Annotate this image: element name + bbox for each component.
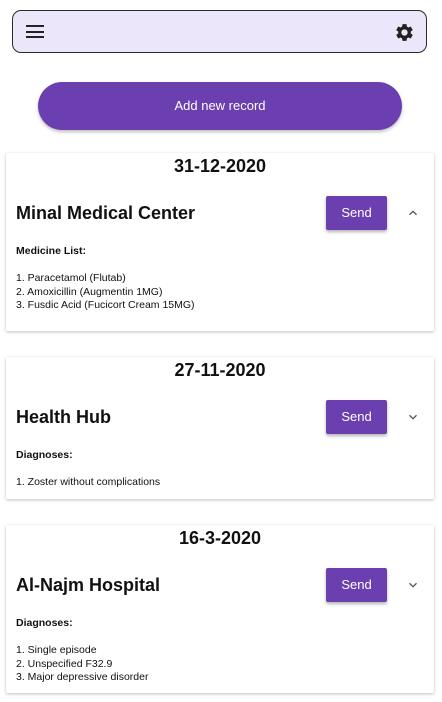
record-card: 16-3-2020 Al-Najm Hospital Send Diagnose… xyxy=(6,525,434,693)
add-new-record-button[interactable]: Add new record xyxy=(38,82,402,130)
chevron-up-icon[interactable] xyxy=(406,206,420,220)
chevron-down-icon[interactable] xyxy=(406,578,420,592)
top-app-bar xyxy=(12,10,427,53)
section-label: Diagnoses: xyxy=(16,617,73,629)
record-facility: Al-Najm Hospital xyxy=(16,575,161,595)
item-list: 1. Zoster without complications xyxy=(16,476,160,490)
list-item: 2. Amoxicillin (Augmentin 1MG) xyxy=(16,285,163,298)
record-facility: Health Hub xyxy=(16,407,112,427)
gear-icon[interactable] xyxy=(394,22,415,43)
list-item: 1. Single episode xyxy=(16,644,97,656)
list-item: 1. Paracetamol (Flutab) xyxy=(16,272,126,284)
send-button[interactable]: Send xyxy=(326,196,387,230)
hamburger-menu-icon[interactable] xyxy=(26,24,45,39)
list-item: 3. Fusdic Acid (Fucicort Cream 15MG) xyxy=(16,299,195,311)
record-date: 16-3-2020 xyxy=(178,528,262,548)
item-list: 1. Paracetamol (Flutab) 2. Amoxicillin (… xyxy=(16,272,195,313)
section-label: Medicine List: xyxy=(16,245,87,257)
record-date: 27-11-2020 xyxy=(174,360,266,380)
record-facility: Minal Medical Center xyxy=(16,203,196,223)
record-card: 31-12-2020 Minal Medical Center Send Med… xyxy=(6,153,434,331)
item-list: 1. Single episode 2. Unspecified F32.9 3… xyxy=(16,644,148,685)
send-button[interactable]: Send xyxy=(326,400,387,434)
record-card: 27-11-2020 Health Hub Send Diagnoses: 1.… xyxy=(6,357,434,499)
list-item: 3. Major depressive disorder xyxy=(16,671,149,683)
section-label: Diagnoses: xyxy=(16,449,73,461)
list-item: 2. Unspecified F32.9 xyxy=(16,657,113,670)
record-date: 31-12-2020 xyxy=(173,156,267,176)
chevron-down-icon[interactable] xyxy=(406,410,420,424)
list-item: 1. Zoster without complications xyxy=(16,476,161,488)
send-button[interactable]: Send xyxy=(326,568,387,602)
